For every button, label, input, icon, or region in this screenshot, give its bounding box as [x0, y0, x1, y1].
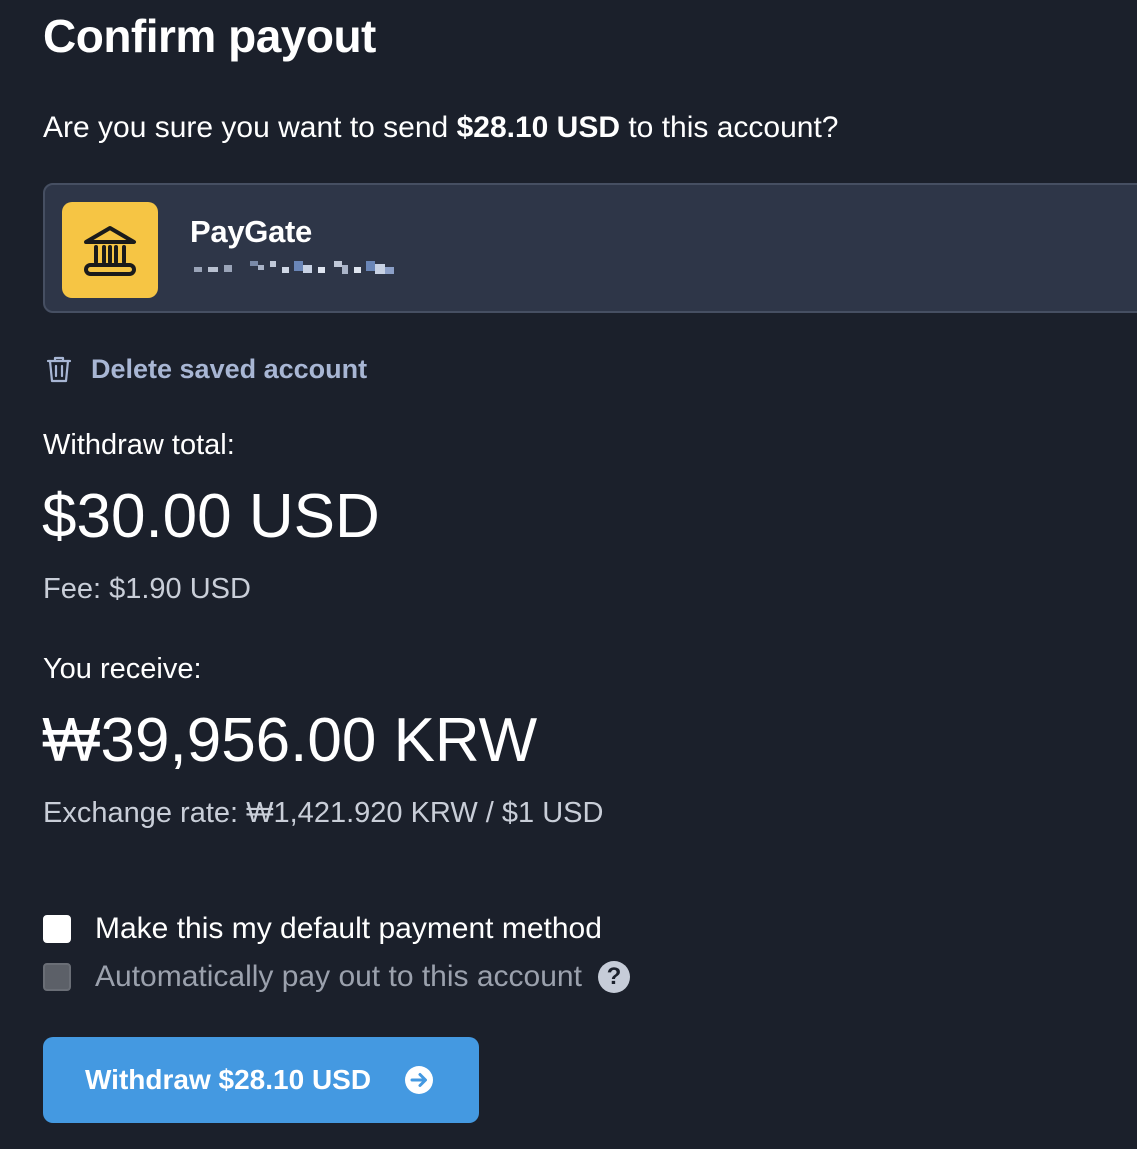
help-icon[interactable]: ? [597, 961, 630, 993]
confirm-question-prefix: Are you sure you want to send [43, 111, 457, 144]
masked-account-number [194, 261, 394, 274]
account-name: PayGate [190, 214, 312, 249]
exchange-rate-text: Exchange rate: ₩1,421.920 KRW / $1 USD [43, 797, 604, 829]
saved-account-card[interactable]: PayGate [43, 183, 1137, 313]
confirm-question-suffix: to this account? [620, 111, 839, 144]
confirm-question: Are you sure you want to send $28.10 USD… [43, 108, 838, 148]
auto-payout-label: Automatically pay out to this account [95, 960, 582, 993]
fee-text: Fee: $1.90 USD [43, 573, 251, 605]
auto-payout-option: Automatically pay out to this account ? [43, 959, 630, 995]
page-title: Confirm payout [43, 10, 376, 62]
default-payment-method-option[interactable]: Make this my default payment method [43, 911, 602, 947]
auto-payout-checkbox [43, 963, 71, 991]
arrow-right-circle-icon [405, 1066, 433, 1094]
receive-amount: ₩39,956.00 KRW [42, 706, 538, 775]
confirm-payout-page: Confirm payout Are you sure you want to … [0, 0, 1137, 1149]
confirm-amount: $28.10 USD [456, 111, 621, 144]
withdraw-total-label: Withdraw total: [43, 429, 235, 461]
you-receive-label: You receive: [43, 653, 202, 685]
delete-saved-account-label: Delete saved account [91, 353, 368, 384]
withdraw-button[interactable]: Withdraw $28.10 USD [43, 1037, 479, 1123]
withdraw-button-label: Withdraw $28.10 USD [85, 1064, 372, 1095]
delete-saved-account-link[interactable]: Delete saved account [45, 352, 367, 386]
trash-icon [46, 356, 72, 383]
default-payment-method-checkbox[interactable] [43, 915, 71, 943]
bank-icon [62, 202, 158, 298]
default-payment-method-label: Make this my default payment method [95, 912, 602, 945]
withdraw-total-amount: $30.00 USD [42, 482, 380, 551]
